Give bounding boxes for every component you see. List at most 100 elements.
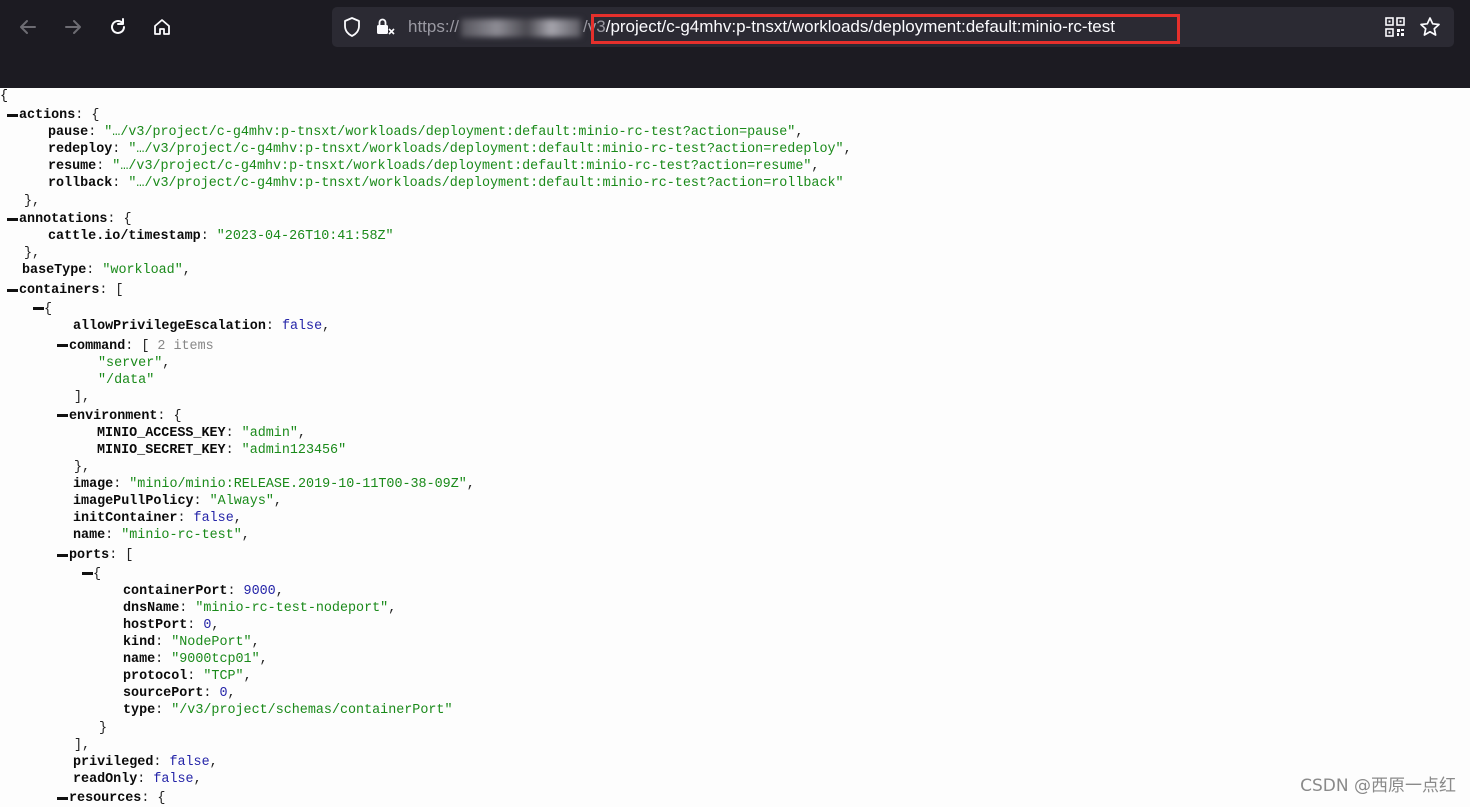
- json-key: dnsName: [123, 601, 180, 616]
- json-key: MINIO_SECRET_KEY: [97, 443, 226, 458]
- json-line: actions: {: [19, 108, 100, 123]
- forward-arrow-icon: [65, 20, 81, 34]
- collapse-toggle-port-0[interactable]: [82, 572, 93, 575]
- home-icon: [154, 19, 170, 35]
- url-scheme: https://: [408, 17, 460, 36]
- json-key: containers: [19, 283, 100, 298]
- json-key: redeploy: [48, 142, 113, 157]
- json-line: MINIO_ACCESS_KEY: "admin",: [97, 426, 306, 441]
- collapse-toggle-environment[interactable]: [57, 414, 68, 417]
- json-line: imagePullPolicy: "Always",: [73, 494, 282, 509]
- json-string[interactable]: "…/v3/project/c-g4mhv:p-tnsxt/workloads/…: [128, 142, 843, 157]
- json-bool: false: [193, 511, 234, 526]
- json-line: },: [24, 246, 41, 261]
- json-string: "/data": [98, 373, 155, 388]
- json-line: MINIO_SECRET_KEY: "admin123456": [97, 443, 347, 458]
- home-button[interactable]: [145, 10, 179, 44]
- json-string: "minio-rc-test": [121, 528, 242, 543]
- collapse-toggle-container-0[interactable]: [33, 307, 44, 310]
- collapse-toggle-actions[interactable]: [7, 114, 18, 117]
- json-line: pause: "…/v3/project/c-g4mhv:p-tnsxt/wor…: [48, 125, 804, 140]
- json-line: redeploy: "…/v3/project/c-g4mhv:p-tnsxt/…: [48, 142, 852, 157]
- json-string[interactable]: "…/v3/project/c-g4mhv:p-tnsxt/workloads/…: [104, 125, 795, 140]
- forward-button[interactable]: [56, 10, 90, 44]
- json-number: 9000: [243, 584, 276, 599]
- json-line: resume: "…/v3/project/c-g4mhv:p-tnsxt/wo…: [48, 159, 820, 174]
- json-line: {: [44, 302, 53, 317]
- json-line: protocol: "TCP",: [123, 669, 252, 684]
- json-line: type: "/v3/project/schemas/containerPort…: [123, 703, 453, 718]
- json-line: initContainer: false,: [73, 511, 242, 526]
- json-line: {: [93, 567, 102, 582]
- json-key: containerPort: [123, 584, 228, 599]
- json-line: readOnly: false,: [73, 772, 202, 787]
- url-highlight-box: [591, 14, 1180, 44]
- json-line: command: [ 2 items: [69, 339, 214, 354]
- collapse-toggle-annotations[interactable]: [7, 218, 18, 221]
- back-arrow-icon: [20, 20, 36, 34]
- json-key: environment: [69, 409, 158, 424]
- json-string: "Always": [209, 494, 274, 509]
- collapse-toggle-ports[interactable]: [57, 554, 68, 557]
- json-string[interactable]: "…/v3/project/c-g4mhv:p-tnsxt/workloads/…: [112, 159, 811, 174]
- json-key: actions: [19, 108, 76, 123]
- json-key: privileged: [73, 755, 154, 770]
- collapse-toggle-command[interactable]: [57, 344, 68, 347]
- json-line: containerPort: 9000,: [123, 584, 284, 599]
- redacted-host: [461, 18, 582, 37]
- json-key: initContainer: [73, 511, 178, 526]
- json-key: readOnly: [73, 772, 138, 787]
- reload-icon: [111, 18, 125, 34]
- json-key: annotations: [19, 212, 108, 227]
- browser-toolbar: https:///v3/project/c-g4mhv:p-tnsxt/work…: [0, 0, 1470, 88]
- bookmark-star-icon[interactable]: [1419, 16, 1441, 38]
- json-string[interactable]: "…/v3/project/c-g4mhv:p-tnsxt/workloads/…: [128, 176, 843, 191]
- json-string: "admin": [241, 426, 298, 441]
- json-viewer: { actions: { pause: "…/v3/project/c-g4mh…: [0, 88, 1470, 806]
- json-key: baseType: [22, 263, 87, 278]
- json-line: ],: [74, 390, 91, 405]
- json-key: cattle.io/timestamp: [48, 229, 201, 244]
- json-line: "/data": [98, 372, 154, 389]
- json-line: rollback: "…/v3/project/c-g4mhv:p-tnsxt/…: [48, 176, 844, 191]
- json-key: name: [123, 652, 156, 667]
- json-line: sourcePort: 0,: [123, 686, 236, 701]
- json-bool: false: [169, 755, 210, 770]
- json-key: ports: [69, 548, 110, 563]
- json-string: "server": [98, 356, 163, 371]
- json-key: image: [73, 477, 114, 492]
- watermark: CSDN @西原一点红: [1300, 776, 1456, 796]
- json-string: "2023-04-26T10:41:58Z": [216, 229, 394, 244]
- json-string: "admin123456": [241, 443, 347, 458]
- json-line: }: [99, 721, 108, 736]
- json-line: kind: "NodePort",: [123, 635, 260, 650]
- back-button[interactable]: [11, 10, 45, 44]
- json-key: name: [73, 528, 106, 543]
- item-count: 2 items: [157, 339, 214, 354]
- json-key: pause: [48, 125, 89, 140]
- json-string: "NodePort": [171, 635, 252, 650]
- json-line: privileged: false,: [73, 755, 218, 770]
- json-string: "TCP": [203, 669, 244, 684]
- json-line: containers: [: [19, 283, 124, 298]
- lock-icon[interactable]: [374, 16, 396, 38]
- collapse-toggle-containers[interactable]: [7, 289, 18, 292]
- json-open-brace: {: [0, 89, 9, 104]
- collapse-toggle-resources[interactable]: [57, 797, 68, 800]
- json-line: baseType: "workload",: [22, 263, 191, 278]
- json-key: resume: [48, 159, 97, 174]
- reload-button[interactable]: [101, 10, 135, 44]
- qr-code-icon[interactable]: [1384, 16, 1406, 38]
- shield-icon[interactable]: [342, 16, 362, 38]
- json-line: },: [24, 194, 41, 209]
- json-string: "minio/minio:RELEASE.2019-10-11T00-38-09…: [129, 477, 467, 492]
- json-line: ports: [: [69, 548, 134, 563]
- json-string: "minio-rc-test-nodeport": [195, 601, 389, 616]
- json-line: name: "minio-rc-test",: [73, 528, 250, 543]
- json-line: "server",: [98, 356, 171, 371]
- json-line: annotations: {: [19, 212, 132, 227]
- json-key: imagePullPolicy: [73, 494, 194, 509]
- json-key: kind: [123, 635, 156, 650]
- json-key: rollback: [48, 176, 113, 191]
- json-line: environment: {: [69, 409, 182, 424]
